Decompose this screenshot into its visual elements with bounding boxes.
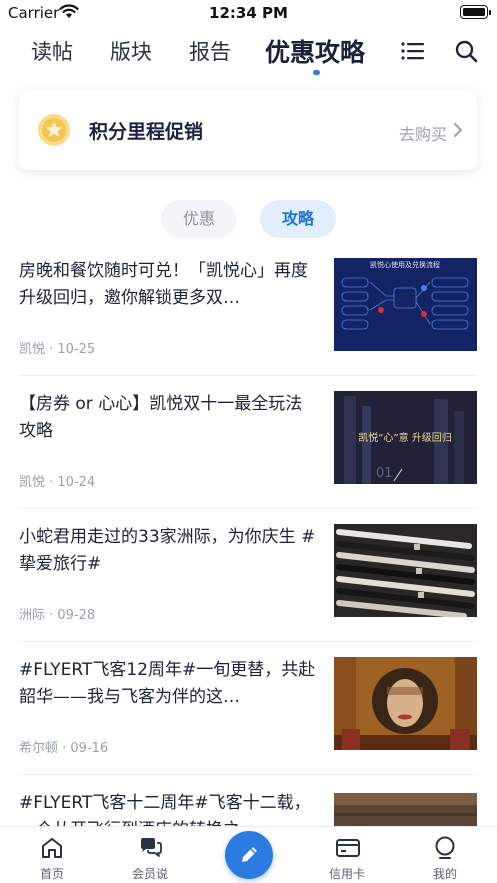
- compose-button[interactable]: [225, 831, 273, 879]
- article-title: 房晚和餐饮随时可兑！「凯悦心」再度升级回归，邀你解锁更多双…: [19, 261, 308, 308]
- tab-member-talk[interactable]: 会员说: [115, 827, 185, 883]
- home-icon: [42, 838, 62, 858]
- article-title: #FLYERT飞客12周年#一旬更替，共赴韶华——我与飞客为伴的这…: [19, 660, 316, 707]
- tab-member-talk-label: 会员说: [131, 867, 168, 881]
- divider: [19, 375, 477, 376]
- profile-icon: [435, 836, 455, 859]
- points-promo-card[interactable]: 积分里程促销 去购买: [19, 90, 477, 170]
- tab-profile-label: 我的: [432, 867, 457, 881]
- tab-threads[interactable]: 读帖: [31, 36, 73, 66]
- article-title: 【房券 or 心心】凯悦双十一最全玩法攻略: [19, 394, 303, 441]
- divider: [19, 774, 477, 775]
- battery-icon: [460, 5, 491, 19]
- tab-reports[interactable]: 报告: [189, 36, 231, 66]
- chat-bubbles-icon: [141, 838, 162, 857]
- article-title: 小蛇君用走过的33家洲际，为你庆生 #挚爱旅行#: [19, 527, 316, 574]
- article-meta: 希尔顿 · 09-16: [19, 741, 109, 756]
- star-coin-icon: [38, 114, 70, 146]
- top-nav: 读帖 版块 报告 优惠攻略: [0, 30, 497, 80]
- tab-credit-card[interactable]: 信用卡: [312, 827, 382, 883]
- menu-list-icon[interactable]: [401, 40, 425, 62]
- tab-home[interactable]: 首页: [17, 827, 87, 883]
- article-item[interactable]: 小蛇君用走过的33家洲际，为你庆生 #挚爱旅行# 洲际 · 09-28: [19, 524, 477, 656]
- thumb-heading: 凯悦“心”意 升级回归: [358, 431, 452, 444]
- clock: 12:34 PM: [209, 4, 288, 22]
- article-item[interactable]: #FLYERT飞客12周年#一旬更替，共赴韶华——我与飞客为伴的这… 希尔顿 ·…: [19, 657, 477, 789]
- article-item[interactable]: 【房券 or 心心】凯悦双十一最全玩法攻略 凯悦 · 10-24 凯悦“心”意 …: [19, 391, 477, 523]
- status-bar: Carrier 12:34 PM: [0, 0, 497, 26]
- article-meta: 洲际 · 09-28: [19, 608, 96, 623]
- tab-profile[interactable]: 我的: [410, 827, 480, 883]
- credit-card-icon: [336, 839, 360, 857]
- article-meta: 凯悦 · 10-25: [19, 342, 96, 357]
- svg-text:01: 01: [376, 466, 393, 481]
- article-thumbnail: [334, 657, 477, 750]
- filter-deals[interactable]: 优惠: [161, 200, 237, 238]
- article-item[interactable]: 房晚和餐饮随时可兑！「凯悦心」再度升级回归，邀你解锁更多双… 凯悦 · 10-2…: [19, 258, 477, 390]
- article-thumbnail: [334, 524, 477, 617]
- article-thumbnail: 凯悦“心”意 升级回归 01: [334, 391, 477, 484]
- divider: [19, 508, 477, 509]
- divider: [19, 641, 477, 642]
- buy-link[interactable]: 去购买: [399, 121, 447, 145]
- filter-guides[interactable]: 攻略: [260, 200, 336, 238]
- pencil-icon: [242, 847, 257, 862]
- promo-title: 积分里程促销: [89, 121, 204, 143]
- chevron-right-icon: [454, 123, 462, 137]
- bottom-tab-bar: 首页 会员说 信用卡 我的: [0, 826, 497, 883]
- article-thumbnail: 凯悦心使用及兑换流程: [334, 258, 477, 351]
- search-icon[interactable]: [455, 40, 478, 63]
- tab-forums[interactable]: 版块: [110, 36, 152, 66]
- article-meta: 凯悦 · 10-24: [19, 475, 96, 490]
- active-tab-indicator: [313, 70, 320, 75]
- tab-credit-card-label: 信用卡: [328, 867, 365, 881]
- thumb-heading: 凯悦心使用及兑换流程: [370, 260, 440, 269]
- tab-home-label: 首页: [39, 867, 64, 881]
- tab-deals-guides[interactable]: 优惠攻略: [265, 33, 365, 69]
